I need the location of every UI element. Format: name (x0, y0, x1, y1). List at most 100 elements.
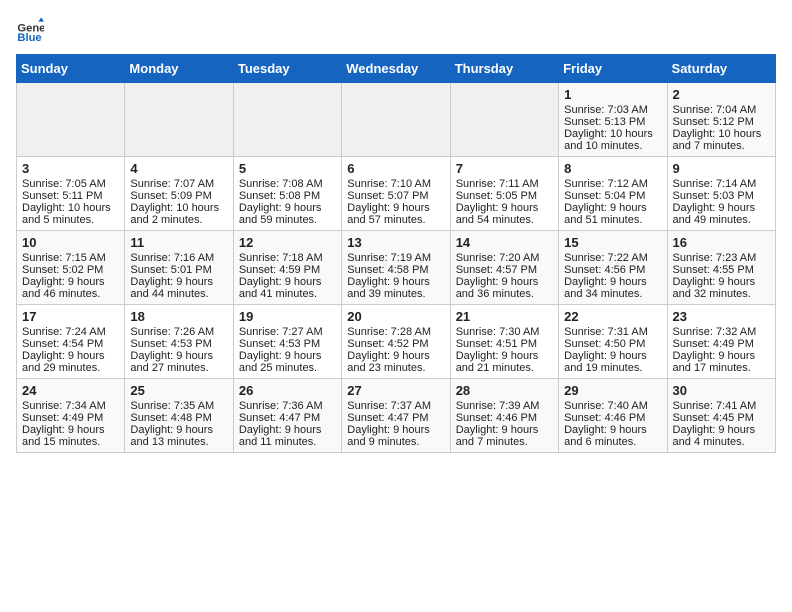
day-number: 25 (130, 383, 227, 398)
day-info-line: Sunset: 5:04 PM (564, 190, 661, 202)
day-info-line: Sunrise: 7:41 AM (673, 400, 770, 412)
day-info-line: Sunset: 4:53 PM (239, 338, 336, 350)
day-info-line: Sunrise: 7:28 AM (347, 326, 444, 338)
day-number: 3 (22, 161, 119, 176)
day-info-line: Sunrise: 7:12 AM (564, 178, 661, 190)
day-info-line: Daylight: 9 hours and 32 minutes. (673, 276, 770, 300)
logo-icon: General Blue (16, 16, 44, 44)
day-info-line: Sunset: 4:49 PM (22, 412, 119, 424)
day-number: 19 (239, 309, 336, 324)
calendar-cell: 24Sunrise: 7:34 AMSunset: 4:49 PMDayligh… (17, 379, 125, 453)
day-info-line: Daylight: 9 hours and 27 minutes. (130, 350, 227, 374)
day-info-line: Sunset: 4:52 PM (347, 338, 444, 350)
day-info-line: Sunset: 5:03 PM (673, 190, 770, 202)
day-info-line: Daylight: 9 hours and 13 minutes. (130, 424, 227, 448)
day-info-line: Sunrise: 7:18 AM (239, 252, 336, 264)
day-header-thursday: Thursday (450, 55, 558, 83)
day-info-line: Sunrise: 7:14 AM (673, 178, 770, 190)
calendar-cell: 1 Sunrise: 7:03 AMSunset: 5:13 PMDaylight… (559, 83, 667, 157)
day-info-line: Daylight: 9 hours and 15 minutes. (22, 424, 119, 448)
day-info-line: Sunset: 4:46 PM (456, 412, 553, 424)
calendar-cell: 17Sunrise: 7:24 AMSunset: 4:54 PMDayligh… (17, 305, 125, 379)
calendar-cell: 23Sunrise: 7:32 AMSunset: 4:49 PMDayligh… (667, 305, 775, 379)
day-info-line: Daylight: 9 hours and 44 minutes. (130, 276, 227, 300)
day-number: 5 (239, 161, 336, 176)
day-number: 15 (564, 235, 661, 250)
day-info-line: Sunrise: 7:10 AM (347, 178, 444, 190)
calendar-cell: 16 Sunrise: 7:23 AMSunset: 4:55 PMDayligh… (667, 231, 775, 305)
day-info-line: Daylight: 9 hours and 25 minutes. (239, 350, 336, 374)
day-info-line: Sunset: 4:57 PM (456, 264, 553, 276)
calendar-cell: 4Sunrise: 7:07 AMSunset: 5:09 PMDaylight… (125, 157, 233, 231)
calendar-cell: 5Sunrise: 7:08 AMSunset: 5:08 PMDaylight… (233, 157, 341, 231)
day-number: 17 (22, 309, 119, 324)
day-info-line: Sunrise: 7:40 AM (564, 400, 661, 412)
calendar-cell: 14Sunrise: 7:20 AMSunset: 4:57 PMDayligh… (450, 231, 558, 305)
calendar-cell: 7Sunrise: 7:11 AMSunset: 5:05 PMDaylight… (450, 157, 558, 231)
day-info-line: Daylight: 9 hours and 7 minutes. (456, 424, 553, 448)
calendar-cell: 28 Sunrise: 7:39 AMSunset: 4:46 PMDayligh… (450, 379, 558, 453)
logo: General Blue (16, 16, 48, 44)
day-info-line: Daylight: 9 hours and 11 minutes. (239, 424, 336, 448)
day-number: 23 (673, 309, 770, 324)
day-info-line: Sunrise: 7:35 AM (130, 400, 227, 412)
calendar-cell: 20Sunrise: 7:28 AMSunset: 4:52 PMDayligh… (342, 305, 450, 379)
calendar-cell: 9Sunrise: 7:14 AMSunset: 5:03 PMDaylight… (667, 157, 775, 231)
day-info-line: Daylight: 10 hours and 2 minutes. (130, 202, 227, 226)
day-info-line: Daylight: 10 hours and 10 minutes. (564, 128, 661, 152)
day-info-line: Sunrise: 7:03 AM (564, 104, 661, 116)
calendar-cell (17, 83, 125, 157)
day-info-line: Daylight: 10 hours and 5 minutes. (22, 202, 119, 226)
day-info-line: Sunset: 4:48 PM (130, 412, 227, 424)
day-info-line: Sunrise: 7:23 AM (673, 252, 770, 264)
day-info-line: Sunset: 4:50 PM (564, 338, 661, 350)
day-number: 12 (239, 235, 336, 250)
calendar-cell: 30Sunrise: 7:41 AMSunset: 4:45 PMDayligh… (667, 379, 775, 453)
day-info-line: Sunset: 5:13 PM (564, 116, 661, 128)
day-info-line: Sunrise: 7:39 AM (456, 400, 553, 412)
calendar-cell: 10Sunrise: 7:15 AMSunset: 5:02 PMDayligh… (17, 231, 125, 305)
day-info-line: Sunset: 4:49 PM (673, 338, 770, 350)
day-number: 11 (130, 235, 227, 250)
svg-text:Blue: Blue (17, 32, 41, 44)
day-info-line: Sunrise: 7:15 AM (22, 252, 119, 264)
day-info-line: Sunset: 4:59 PM (239, 264, 336, 276)
day-info-line: Sunrise: 7:34 AM (22, 400, 119, 412)
day-info-line: Daylight: 9 hours and 4 minutes. (673, 424, 770, 448)
calendar-cell: 3Sunrise: 7:05 AMSunset: 5:11 PMDaylight… (17, 157, 125, 231)
day-info-line: Sunset: 4:54 PM (22, 338, 119, 350)
day-number: 2 (673, 87, 770, 102)
calendar-body: 1Sunrise: 7:03 AMSunset: 5:13 PMDaylight… (17, 83, 776, 453)
day-number: 10 (22, 235, 119, 250)
calendar-cell: 2Sunrise: 7:04 AMSunset: 5:12 PMDaylight… (667, 83, 775, 157)
week-row-4: 17Sunrise: 7:24 AMSunset: 4:54 PMDayligh… (17, 305, 776, 379)
day-number: 16 (673, 235, 770, 250)
day-info-line: Sunset: 5:02 PM (22, 264, 119, 276)
day-number: 6 (347, 161, 444, 176)
week-row-5: 24Sunrise: 7:34 AMSunset: 4:49 PMDayligh… (17, 379, 776, 453)
day-info-line: Sunset: 4:58 PM (347, 264, 444, 276)
day-number: 1 (564, 87, 661, 102)
calendar-cell (233, 83, 341, 157)
day-info-line: Sunset: 5:01 PM (130, 264, 227, 276)
day-info-line: Daylight: 9 hours and 21 minutes. (456, 350, 553, 374)
day-info-line: Sunset: 4:53 PM (130, 338, 227, 350)
day-info-line: Sunrise: 7:32 AM (673, 326, 770, 338)
calendar-cell (342, 83, 450, 157)
calendar-cell: 8Sunrise: 7:12 AMSunset: 5:04 PMDaylight… (559, 157, 667, 231)
day-number: 28 (456, 383, 553, 398)
day-header-wednesday: Wednesday (342, 55, 450, 83)
day-info-line: Daylight: 10 hours and 7 minutes. (673, 128, 770, 152)
calendar-cell: 26Sunrise: 7:36 AMSunset: 4:47 PMDayligh… (233, 379, 341, 453)
calendar-cell: 29Sunrise: 7:40 AMSunset: 4:46 PMDayligh… (559, 379, 667, 453)
calendar-cell: 19Sunrise: 7:27 AMSunset: 4:53 PMDayligh… (233, 305, 341, 379)
day-info-line: Sunrise: 7:30 AM (456, 326, 553, 338)
calendar-header: SundayMondayTuesdayWednesdayThursdayFrid… (17, 55, 776, 83)
calendar-cell: 21Sunrise: 7:30 AMSunset: 4:51 PMDayligh… (450, 305, 558, 379)
week-row-3: 10 Sunrise: 7:15 AMSunset: 5:02 PM Dayligh… (17, 231, 776, 305)
day-info-line: Daylight: 9 hours and 19 minutes. (564, 350, 661, 374)
day-number: 14 (456, 235, 553, 250)
day-info-line: Sunrise: 7:11 AM (456, 178, 553, 190)
calendar-cell: 12Sunrise: 7:18 AMSunset: 4:59 PMDayligh… (233, 231, 341, 305)
day-info-line: Sunset: 4:55 PM (673, 264, 770, 276)
